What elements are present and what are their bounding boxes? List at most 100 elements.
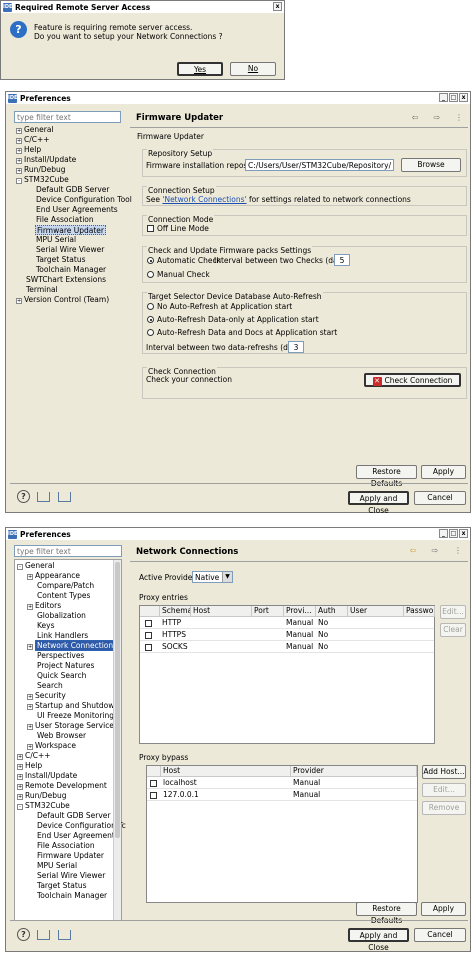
data-only-radio[interactable] [147, 316, 154, 323]
tree-item-globalization[interactable]: Globalization [37, 611, 86, 621]
apply-button[interactable]: Apply [421, 902, 466, 916]
tree-item-workspace[interactable]: + Workspace [27, 741, 76, 751]
apply-and-close-button[interactable]: Apply and Close [348, 928, 409, 952]
tree-item-ui-freeze[interactable]: UI Freeze Monitoring [37, 711, 114, 721]
tree-item-general[interactable]: + General [16, 125, 54, 135]
restore-defaults-button[interactable]: Restore Defaults [356, 465, 417, 488]
tree-item-swtchart[interactable]: SWTChart Extensions [26, 275, 106, 285]
table-row[interactable]: HTTPS Manual No [140, 630, 434, 641]
remove-host-button[interactable]: Remove [422, 801, 466, 815]
table-row[interactable]: 127.0.0.1 Manual [147, 790, 417, 801]
tree-item-help[interactable]: + Help [16, 145, 41, 155]
help-icon[interactable]: ? [17, 490, 30, 503]
scrollbar-thumb[interactable] [115, 562, 120, 838]
tree-item-cpp[interactable]: + C/C++ [17, 751, 51, 761]
tree-item-swv[interactable]: Serial Wire Viewer [36, 245, 104, 255]
tree-item-remote-dev[interactable]: + Remote Development [17, 781, 107, 791]
expand-icon[interactable]: + [16, 138, 22, 144]
tree-item-run-debug[interactable]: + Run/Debug [17, 791, 67, 801]
expand-icon[interactable]: + [27, 724, 33, 730]
tree-item-stm32cube[interactable]: - STM32Cube [16, 175, 69, 185]
menu-icon[interactable]: ⋮ [453, 112, 465, 123]
forward-arrow-icon[interactable]: ⇨ [431, 112, 443, 123]
cancel-button[interactable]: Cancel [414, 491, 466, 505]
tree-item-target-status[interactable]: Target Status [36, 255, 86, 265]
close-button[interactable]: x [459, 93, 468, 102]
add-host-button[interactable]: Add Host... [422, 765, 466, 779]
network-connections-link[interactable]: 'Network Connections' [162, 195, 246, 204]
export-icon[interactable] [58, 930, 71, 940]
column-header[interactable]: Provider [291, 766, 417, 777]
clear-proxy-button[interactable]: Clear [440, 623, 466, 637]
row-checkbox[interactable] [145, 620, 152, 627]
edit-host-button[interactable]: Edit... [422, 783, 466, 797]
menu-icon[interactable]: ⋮ [452, 545, 464, 556]
tree-item-help[interactable]: + Help [17, 761, 42, 771]
collapse-icon[interactable]: - [17, 804, 23, 810]
tree-item-terminal[interactable]: Terminal [26, 285, 58, 295]
expand-icon[interactable]: + [27, 574, 33, 580]
minimize-button[interactable]: _ [439, 93, 448, 102]
tree-item-security[interactable]: + Security [27, 691, 66, 701]
collapse-icon[interactable]: - [16, 178, 22, 184]
tree-item-compare-patch[interactable]: Compare/Patch [37, 581, 94, 591]
close-button[interactable]: x [273, 2, 282, 11]
collapse-icon[interactable]: - [17, 564, 23, 570]
expand-icon[interactable]: + [17, 764, 23, 770]
expand-icon[interactable]: + [17, 794, 23, 800]
back-arrow-icon[interactable]: ⇦ [409, 112, 421, 123]
column-header[interactable]: Schema [160, 606, 191, 617]
row-checkbox[interactable] [150, 780, 157, 787]
tree-item-run-debug[interactable]: + Run/Debug [16, 165, 66, 175]
expand-icon[interactable]: + [17, 784, 23, 790]
filter-input[interactable]: type filter text [14, 111, 121, 123]
expand-icon[interactable]: + [16, 158, 22, 164]
tree-item-mpu-serial[interactable]: MPU Serial [37, 861, 77, 871]
column-header[interactable]: Host [191, 606, 252, 617]
tree-item-appearance[interactable]: + Appearance [27, 571, 80, 581]
data-docs-radio[interactable] [147, 329, 154, 336]
column-header[interactable]: User [348, 606, 404, 617]
tree-item-mpu-serial[interactable]: MPU Serial [36, 235, 76, 245]
expand-icon[interactable]: + [27, 694, 33, 700]
help-icon[interactable]: ? [17, 928, 30, 941]
table-row[interactable]: HTTP Manual No [140, 618, 434, 629]
close-button[interactable]: x [459, 529, 468, 538]
tree-item-editors[interactable]: + Editors [27, 601, 61, 611]
maximize-button[interactable]: □ [449, 93, 458, 102]
proxy-bypass-table[interactable]: Host Provider localhost Manual 127.0.0.1… [146, 765, 418, 903]
row-checkbox[interactable] [145, 644, 152, 651]
tree-item-end-user[interactable]: End User Agreements [36, 205, 118, 215]
automatic-check-radio[interactable] [147, 257, 154, 264]
tree-item-perspectives[interactable]: Perspectives [37, 651, 84, 661]
row-checkbox[interactable] [150, 792, 157, 799]
refresh-interval-input[interactable]: 3 [288, 341, 304, 353]
tree-item-file-assoc[interactable]: File Association [36, 215, 94, 225]
tree-item-firmware-updater[interactable]: Firmware Updater [35, 225, 107, 235]
tree-item-swv[interactable]: Serial Wire Viewer [37, 871, 105, 881]
expand-icon[interactable]: + [27, 604, 33, 610]
tree-item-network-connections[interactable]: + Network Connections [27, 640, 120, 651]
tree-item-device-config[interactable]: Device Configuration Tool [36, 195, 132, 205]
tree-item-toolchain[interactable]: Toolchain Manager [37, 891, 107, 901]
tree-item-end-user[interactable]: End User Agreements [37, 831, 119, 841]
restore-defaults-button[interactable]: Restore Defaults [356, 902, 417, 925]
minimize-button[interactable]: _ [439, 529, 448, 538]
expand-icon[interactable]: + [16, 298, 22, 304]
manual-check-radio[interactable] [147, 271, 154, 278]
tree-item-target-status[interactable]: Target Status [37, 881, 87, 891]
tree-item-cpp[interactable]: + C/C++ [16, 135, 50, 145]
tree-scrollbar[interactable] [113, 560, 121, 920]
column-header[interactable]: Provi... [284, 606, 316, 617]
tree-item-install-update[interactable]: + Install/Update [16, 155, 76, 165]
table-row[interactable]: SOCKS Manual No [140, 642, 434, 653]
tree-item-general[interactable]: - General [17, 561, 55, 571]
check-connection-button[interactable]: ✕ Check Connection [364, 373, 461, 387]
yes-button[interactable]: Yes [177, 62, 223, 76]
maximize-button[interactable]: □ [449, 529, 458, 538]
cancel-button[interactable]: Cancel [414, 928, 466, 942]
column-header[interactable]: Passwor [404, 606, 435, 617]
tree-item-search[interactable]: Search [37, 681, 63, 691]
apply-and-close-button[interactable]: Apply and Close [348, 491, 409, 515]
tree-item-web-browser[interactable]: Web Browser [37, 731, 86, 741]
